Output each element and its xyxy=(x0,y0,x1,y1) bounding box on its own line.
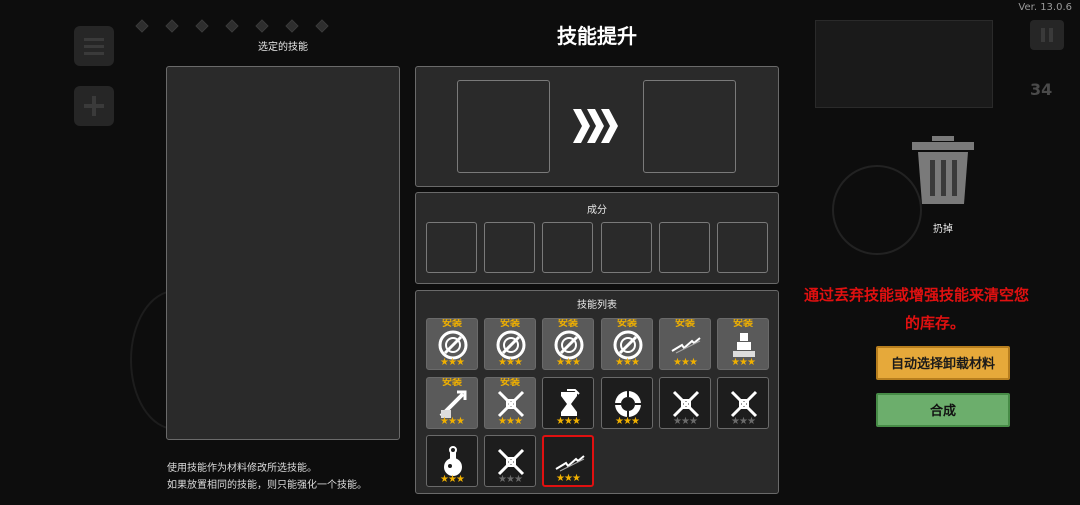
arrow-right-icon xyxy=(573,109,618,143)
skill-slot[interactable]: ★★★ xyxy=(659,377,711,429)
skill-list-panel: 技能列表 安装 ★★★ 安装 ★★★ 安装 ★★★ 安装 ★★★ 安装 ★★★ 安装 ★★★ 安装 ★★★… xyxy=(415,290,779,494)
hint-text-1: 使用技能作为材料修改所选技能。 xyxy=(167,463,317,474)
hp-hearts xyxy=(132,16,342,36)
hint-text-2: 如果放置相同的技能，则只能强化一个技能。 xyxy=(167,480,367,491)
inventory-warning-line2: 的库存。 xyxy=(905,314,966,332)
equipped-tag: 安装 xyxy=(500,318,520,329)
selected-skill-panel[interactable] xyxy=(166,66,400,440)
source-skill-slot[interactable] xyxy=(457,80,550,173)
equipped-tag: 安装 xyxy=(500,377,520,388)
skill-slot[interactable]: 安装 ★★★ xyxy=(484,318,536,370)
star-rating: ★★★ xyxy=(673,416,698,427)
combine-button[interactable]: 合成 xyxy=(876,393,1010,427)
component-slot[interactable] xyxy=(601,222,652,273)
attack-button-bg xyxy=(832,165,922,255)
inventory-warning-line1: 通过丢弃技能或增强技能来清空您 xyxy=(804,286,1030,304)
pause-button-bg xyxy=(1030,20,1064,50)
star-rating: ★★★ xyxy=(731,357,756,368)
star-rating: ★★★ xyxy=(556,473,581,484)
skill-slot[interactable]: 安装 ★★★ xyxy=(484,377,536,429)
skill-list-label: 技能列表 xyxy=(577,300,617,311)
star-rating: ★★★ xyxy=(556,416,581,427)
skill-slot[interactable]: 安装 ★★★ xyxy=(426,318,478,370)
trash-icon[interactable] xyxy=(910,136,976,206)
skill-slot[interactable]: ★★★ xyxy=(484,435,536,487)
star-rating: ★★★ xyxy=(440,416,465,427)
skill-slot[interactable]: 安装 ★★★ xyxy=(717,318,769,370)
equipped-tag: 安装 xyxy=(675,318,695,329)
equipped-tag: 安装 xyxy=(617,318,637,329)
menu-button-bg xyxy=(74,26,114,66)
skill-slot[interactable]: 安装 ★★★ xyxy=(542,318,594,370)
components-panel: 成分 xyxy=(415,192,779,284)
upgrade-preview-panel xyxy=(415,66,779,187)
discard-label: 扔掉 xyxy=(933,224,953,235)
star-rating: ★★★ xyxy=(615,357,640,368)
skill-slot[interactable]: 安装 ★★★ xyxy=(659,318,711,370)
component-slot[interactable] xyxy=(484,222,535,273)
equipped-tag: 安装 xyxy=(442,377,462,388)
skill-slot[interactable]: ★★★ xyxy=(426,435,478,487)
minimap-bg xyxy=(815,20,993,108)
component-slot[interactable] xyxy=(426,222,477,273)
star-rating: ★★★ xyxy=(615,416,640,427)
equipped-tag: 安装 xyxy=(733,318,753,329)
auto-select-materials-button[interactable]: 自动选择卸载材料 xyxy=(876,346,1010,380)
component-slot[interactable] xyxy=(542,222,593,273)
plus-icon xyxy=(84,96,104,116)
version-label: Ver. 13.0.6 xyxy=(1018,2,1072,13)
component-slot[interactable] xyxy=(659,222,710,273)
star-rating: ★★★ xyxy=(498,357,523,368)
skill-slot[interactable]: 安装 ★★★ xyxy=(426,377,478,429)
star-rating: ★★★ xyxy=(498,416,523,427)
skill-slot[interactable]: ★★★ xyxy=(601,377,653,429)
skill-slot[interactable]: ★★★ xyxy=(542,435,594,487)
equipped-tag: 安装 xyxy=(442,318,462,329)
heart-icons xyxy=(135,19,329,33)
star-rating: ★★★ xyxy=(556,357,581,368)
selected-skill-label: 选定的技能 xyxy=(258,42,308,53)
equipped-tag: 安装 xyxy=(558,318,578,329)
skill-slot[interactable]: 安装 ★★★ xyxy=(601,318,653,370)
star-rating: ★★★ xyxy=(731,416,756,427)
star-rating: ★★★ xyxy=(440,357,465,368)
star-rating: ★★★ xyxy=(498,474,523,485)
result-skill-slot xyxy=(643,80,736,173)
page-title: 技能提升 xyxy=(557,24,637,48)
plus-button-bg xyxy=(74,86,114,126)
skill-slot[interactable]: ★★★ xyxy=(542,377,594,429)
skill-slot[interactable]: ★★★ xyxy=(717,377,769,429)
component-slot[interactable] xyxy=(717,222,768,273)
star-rating: ★★★ xyxy=(440,474,465,485)
menu-icon xyxy=(84,38,104,55)
pause-icon xyxy=(1041,28,1053,42)
star-rating: ★★★ xyxy=(673,357,698,368)
components-label: 成分 xyxy=(587,205,607,216)
coin-count: 34 xyxy=(1030,80,1053,99)
